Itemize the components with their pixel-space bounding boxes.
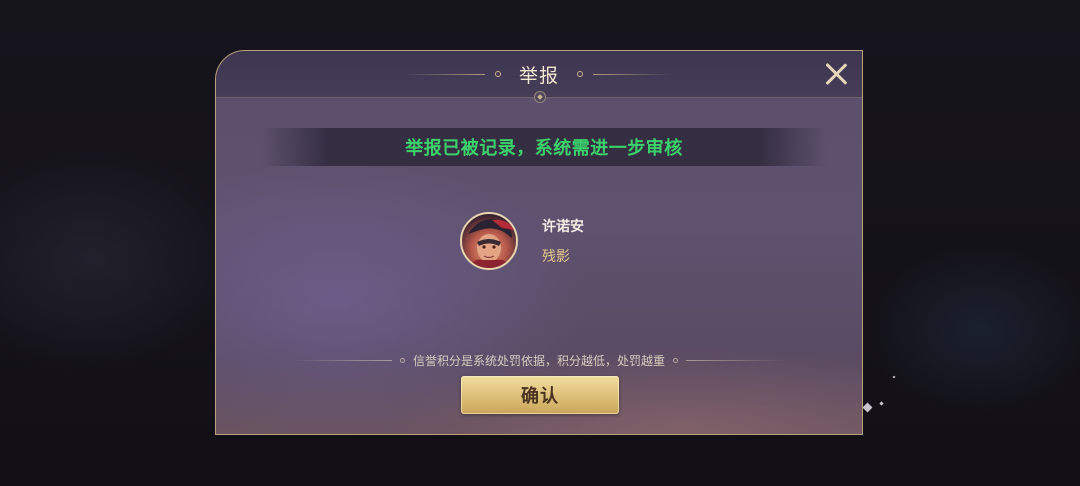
player-name: 许诺安 <box>542 219 584 235</box>
sparkle-icon-small <box>879 401 884 406</box>
game-screen: 举报 举报已被记录，系统需进一步审核 许诺安 残影 信誉积分是系统处罚依据，积分… <box>0 0 1080 486</box>
title-ornament-dot-left <box>494 71 501 77</box>
notice-dot-left <box>399 358 405 363</box>
dialog-title: 举报 <box>518 64 559 87</box>
confirm-button-label: 确认 <box>521 386 559 407</box>
report-recorded-message: 举报已被记录，系统需进一步审核 <box>405 138 683 159</box>
hero-name: 残影 <box>542 249 570 265</box>
sparkle-icon-tiny <box>892 375 896 379</box>
header-ornament-icon <box>534 91 546 103</box>
reported-user-card: 许诺安 残影 <box>460 210 584 272</box>
notice-divider-left <box>291 360 392 361</box>
title-ornament-dot-right <box>577 71 583 77</box>
close-icon[interactable] <box>824 62 848 86</box>
confirm-button[interactable]: 确认 <box>461 376 619 414</box>
credit-notice: 信誉积分是系统处罚依据，积分越低，处罚越重 <box>216 352 862 369</box>
notice-divider-right <box>686 360 786 361</box>
notice-dot-right <box>673 358 678 363</box>
notice-text: 信誉积分是系统处罚依据，积分越低，处罚越重 <box>412 354 665 368</box>
sparkle-icon <box>862 402 873 413</box>
user-info: 许诺安 残影 <box>542 216 584 266</box>
title-divider-right <box>593 73 673 75</box>
title-divider-left <box>404 73 485 75</box>
hero-portrait-icon <box>468 219 514 268</box>
status-banner: 举报已被记录，系统需进一步审核 <box>261 128 827 166</box>
report-dialog: 举报 举报已被记录，系统需进一步审核 许诺安 残影 信誉积分是系统处罚依据，积分… <box>215 50 863 435</box>
hero-avatar <box>460 212 518 270</box>
